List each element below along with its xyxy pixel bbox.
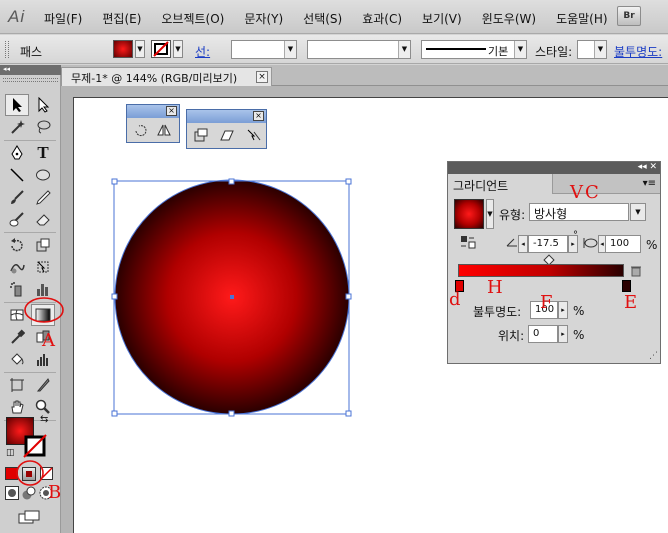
annotation-b: B (48, 482, 62, 503)
annotation-a: A (42, 330, 55, 351)
annotation-circle-gradient-tool (24, 297, 64, 323)
annotation-layer (16, 297, 64, 486)
illustrator-window: Ai 파일(F) 편집(E) 오브젝트(O) 문자(Y) 선택(S) 효과(C)… (0, 0, 668, 533)
annotation-h: H (487, 277, 503, 298)
annotation-d: d (449, 289, 461, 310)
annotation-e: E (624, 292, 638, 313)
annotation-circle-gradient-mode (16, 460, 44, 486)
annotation-f: F (540, 292, 553, 313)
annotation-vc: VC (570, 182, 601, 203)
